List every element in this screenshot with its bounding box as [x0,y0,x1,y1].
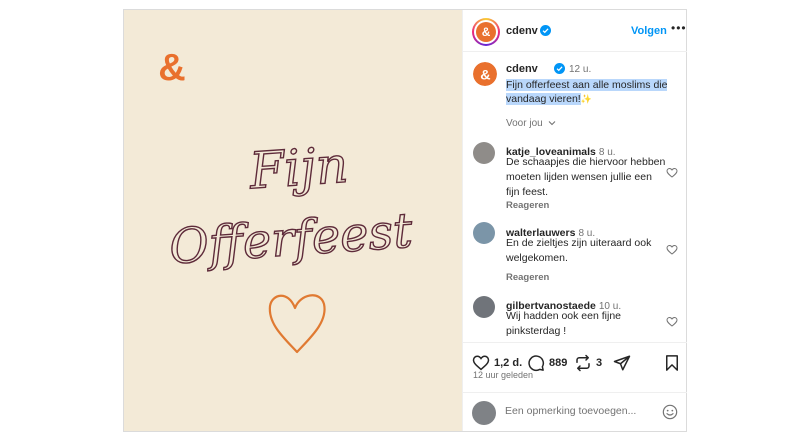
share-button[interactable] [613,354,631,372]
heart-like-icon[interactable] [666,316,678,328]
account-avatar[interactable]: & [472,18,500,46]
verified-badge-icon [540,25,551,36]
reply-button[interactable]: Reageren [506,272,549,283]
svg-text:&: & [480,67,490,82]
bookmark-icon [666,355,678,371]
svg-text:&: & [158,48,185,86]
emoji-icon[interactable] [662,404,678,420]
script-line-2: Offerfeest [168,203,415,276]
send-icon [613,355,631,371]
ampersand-logo-icon: & [158,48,185,86]
like-count: 1,2 d. [494,357,523,369]
commenter-avatar[interactable] [473,296,495,318]
post-side-panel: & cdenv Volgen ••• & cdenv 12 u. Fijn of… [462,10,687,431]
caption-timestamp: 12 u. [569,64,592,75]
comment-input[interactable] [505,405,645,417]
commenter-avatar[interactable] [473,142,495,164]
account-username[interactable]: cdenv [506,25,538,37]
ampersand-logo-icon: & [482,25,491,39]
comment-text: Wij hadden ook een fijne pinksterdag ! [506,310,621,337]
reply-button[interactable]: Reageren [506,200,549,211]
script-title: Fijn Offerfeest [167,135,416,276]
for-you-dropdown[interactable]: Voor jou [506,118,556,129]
verified-badge-icon [554,63,565,74]
more-options-icon[interactable]: ••• [671,21,687,35]
commenter-avatar[interactable] [473,222,495,244]
sparkles-emoji: ✨ [580,94,592,104]
comment-composer [463,392,687,431]
post-dialog: & Fijn Offerfeest & cdenv Volgen ••• & c… [123,9,687,432]
post-header: & cdenv Volgen ••• [463,10,687,52]
heart-like-icon[interactable] [666,244,678,256]
repost-icon [576,354,590,372]
post-timestamp: 12 uur geleden [473,370,534,380]
caption-text: Fijn offerfeest aan alle moslims die van… [506,78,676,106]
post-image[interactable]: & Fijn Offerfeest [124,10,462,431]
ampersand-logo-icon: & [480,67,490,82]
follow-button[interactable]: Volgen [631,25,667,37]
comment-text: En de zieltjes zijn uiteraard ook welgek… [506,237,652,264]
comment-count: 889 [549,357,568,369]
heart-like-icon[interactable] [666,167,678,179]
comment-text: De schaapjes die hiervoor hebben moeten … [506,156,666,198]
caption-username[interactable]: cdenv [506,63,538,75]
current-user-avatar[interactable] [472,401,496,425]
repost-count: 3 [596,357,603,369]
script-line-1: Fijn [247,136,350,201]
svg-text:&: & [482,25,491,39]
for-you-label: Voor jou [506,118,543,129]
caption-avatar[interactable]: & [473,62,497,86]
save-button[interactable] [663,354,681,372]
chevron-down-icon [549,121,556,126]
repost-button[interactable]: 3 [574,354,602,372]
heart-icon [268,294,326,354]
